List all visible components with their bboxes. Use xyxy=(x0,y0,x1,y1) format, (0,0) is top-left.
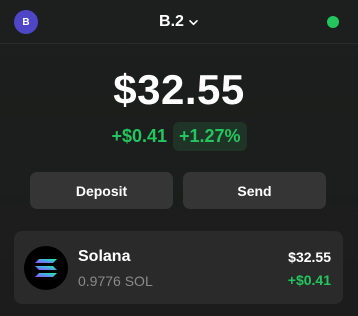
balance-change-percent: +1.27% xyxy=(173,121,247,151)
total-balance: $32.55 xyxy=(113,66,245,113)
header: B B.2 xyxy=(0,0,358,44)
account-avatar[interactable]: B xyxy=(14,10,38,34)
deposit-button[interactable]: Deposit xyxy=(30,172,173,209)
balance-change-amount: +$0.41 xyxy=(111,125,167,146)
solana-logo-icon xyxy=(24,246,68,290)
account-name: B.2 xyxy=(159,13,184,30)
account-switcher[interactable]: B.2 xyxy=(159,13,199,31)
balance-change-row: +$0.41 +1.27% xyxy=(0,120,358,152)
connection-status-dot[interactable] xyxy=(327,16,339,28)
token-value: $32.55 xyxy=(288,249,331,265)
chevron-down-icon xyxy=(188,17,199,28)
token-row-solana[interactable]: Solana 0.9776 SOL $32.55 +$0.41 xyxy=(14,231,343,304)
token-name: Solana xyxy=(78,248,131,265)
wallet-popup: B B.2 $32.55 +$0.41 +1.27% Deposit Send xyxy=(0,0,358,316)
account-switcher-wrap: B.2 xyxy=(0,0,358,44)
token-change: +$0.41 xyxy=(287,272,331,288)
token-amount: 0.9776 SOL xyxy=(78,273,153,289)
avatar-initial: B xyxy=(22,16,30,28)
send-button[interactable]: Send xyxy=(183,172,326,209)
